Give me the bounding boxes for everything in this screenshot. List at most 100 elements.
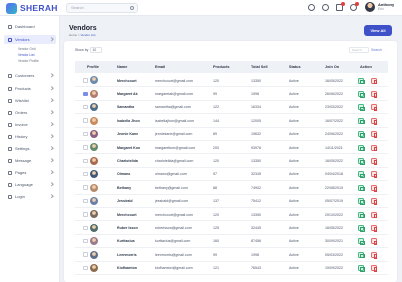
vendor-name[interactable]: Merchcourt (117, 79, 137, 83)
row-checkbox[interactable] (83, 265, 88, 271)
column-header-email[interactable]: Email (155, 65, 165, 69)
edit-icon[interactable] (358, 157, 365, 165)
row-checkbox[interactable] (83, 225, 88, 231)
sidebar-item-settings[interactable]: Settings (4, 144, 56, 153)
view-all-button[interactable]: View All (364, 25, 392, 36)
delete-icon[interactable] (371, 157, 378, 165)
edit-icon[interactable] (358, 171, 365, 178)
column-header-products[interactable]: Products (213, 65, 229, 69)
sidebar-subitem-vendor-list[interactable]: Vendor List (18, 53, 35, 57)
vendor-name[interactable]: Jessirald (117, 199, 133, 203)
row-checkbox[interactable] (83, 78, 88, 83)
edit-icon[interactable] (358, 104, 365, 111)
vendor-email[interactable]: merchcourt@gmail.com (155, 79, 193, 83)
edit-icon[interactable] (358, 144, 365, 152)
sidebar-subitem-vendor-grid[interactable]: Vendor Grid (18, 47, 36, 51)
delete-icon[interactable] (371, 104, 378, 112)
vendor-name[interactable]: Isabella Jhon (117, 119, 140, 123)
vendor-name[interactable]: Olmano (117, 172, 130, 176)
vendor-name[interactable]: Charlotelida (117, 159, 138, 163)
vendor-email[interactable]: isabellajhon@gmail.com (155, 119, 194, 123)
edit-icon[interactable] (358, 131, 365, 138)
vendor-email[interactable]: merchcourt@gmail.com (155, 213, 193, 217)
delete-icon[interactable] (371, 198, 378, 205)
sidebar-item-dashboard[interactable]: Dashboard (4, 22, 56, 31)
delete-icon[interactable] (371, 77, 378, 85)
row-checkbox[interactable] (83, 171, 88, 177)
vendor-name[interactable]: Kiofhamton (117, 266, 137, 270)
delete-icon[interactable] (371, 224, 378, 232)
vendor-name[interactable]: Margaret Kon (117, 146, 140, 150)
vendor-email[interactable]: olmano@gmail.com (155, 172, 187, 176)
vendor-name[interactable]: Leenmorris (117, 253, 137, 257)
sidebar-item-login[interactable]: Login (4, 192, 56, 201)
vendor-email[interactable]: margaretkon@gmail.com (155, 146, 195, 150)
row-checkbox[interactable] (83, 185, 88, 190)
edit-icon[interactable] (358, 90, 365, 98)
sun-icon[interactable] (308, 4, 315, 11)
vendor-name[interactable]: Jennie Kane (117, 132, 138, 136)
delete-icon[interactable] (371, 238, 378, 246)
row-checkbox[interactable] (83, 238, 88, 244)
vendor-name[interactable]: Merchcourt (117, 213, 137, 217)
search-icon[interactable] (130, 6, 134, 10)
sidebar-item-pages[interactable]: Pages (4, 168, 56, 177)
row-checkbox[interactable] (83, 91, 88, 97)
column-header-total-sell[interactable]: Total Sell (251, 65, 268, 69)
delete-icon[interactable] (371, 144, 378, 152)
vendor-email[interactable]: jenniekane@gmail.com (155, 132, 192, 136)
vendor-email[interactable]: kurttacius@gmail.com (155, 239, 190, 243)
delete-icon[interactable] (371, 117, 378, 125)
vendor-email[interactable]: leenmorris@gmail.com (155, 253, 192, 257)
row-checkbox[interactable] (83, 158, 88, 164)
delete-icon[interactable] (371, 171, 378, 179)
vendor-email[interactable]: jessirald@gmail.com (155, 199, 188, 203)
sidebar-item-products[interactable]: Products (4, 84, 56, 93)
sidebar-item-orders[interactable]: Orders (4, 108, 56, 117)
globe-icon[interactable] (322, 4, 329, 11)
edit-icon[interactable] (358, 184, 365, 192)
column-header-join-on[interactable]: Join On (325, 65, 339, 69)
edit-icon[interactable] (358, 77, 365, 85)
brand-logo[interactable]: SHERAH (6, 2, 58, 14)
delete-icon[interactable] (371, 131, 378, 138)
delete-icon[interactable] (371, 251, 378, 259)
sidebar-item-invoice[interactable]: Invoice (4, 120, 56, 129)
avatar[interactable] (365, 2, 375, 12)
sidebar-item-language[interactable]: Language (4, 180, 56, 189)
row-checkbox[interactable] (83, 104, 88, 110)
delete-icon[interactable] (371, 211, 378, 219)
vendor-email[interactable]: bethany@gmail.com (155, 186, 188, 190)
column-header-name[interactable]: Name (117, 65, 127, 69)
delete-icon[interactable] (371, 90, 378, 98)
breadcrumb-home[interactable]: Home (69, 33, 77, 37)
edit-icon[interactable] (358, 251, 365, 259)
edit-icon[interactable] (358, 265, 365, 272)
row-checkbox[interactable] (83, 252, 88, 257)
column-header-status[interactable]: Status (289, 65, 301, 69)
vendor-name[interactable]: Bethany (117, 186, 131, 190)
sidebar-item-vendors[interactable]: Vendors (4, 35, 56, 44)
sidebar-item-wishlist[interactable]: Wishlist (4, 96, 56, 105)
vendor-email[interactable]: charlotelida@gmail.com (155, 159, 193, 163)
row-checkbox[interactable] (83, 131, 88, 137)
search-input[interactable]: Search (66, 3, 138, 13)
delete-icon[interactable] (371, 184, 378, 192)
vendor-email[interactable]: kiofhamton@gmail.com (155, 266, 193, 270)
row-checkbox[interactable] (83, 198, 88, 204)
row-checkbox[interactable] (83, 145, 88, 150)
table-search-input[interactable]: Search (349, 47, 369, 53)
vendor-email[interactable]: ruberisson@gmail.com (155, 226, 192, 230)
vendor-name[interactable]: Ruber Isson (117, 226, 138, 230)
vendor-name[interactable]: Margaret Ak (117, 92, 138, 96)
edit-icon[interactable] (358, 198, 365, 205)
sidebar-item-customers[interactable]: Customers (4, 71, 56, 80)
sidebar-item-history[interactable]: History (4, 132, 56, 141)
sidebar-subitem-vendor-profile[interactable]: Vendor Profile (18, 59, 39, 63)
delete-icon[interactable] (371, 265, 378, 272)
row-checkbox[interactable] (83, 118, 88, 123)
table-search-button[interactable]: Search (371, 47, 382, 53)
show-by-select[interactable]: 10 (90, 46, 102, 53)
sidebar-item-message[interactable]: Message (4, 156, 56, 165)
vendor-name[interactable]: Kurttacius (117, 239, 135, 243)
